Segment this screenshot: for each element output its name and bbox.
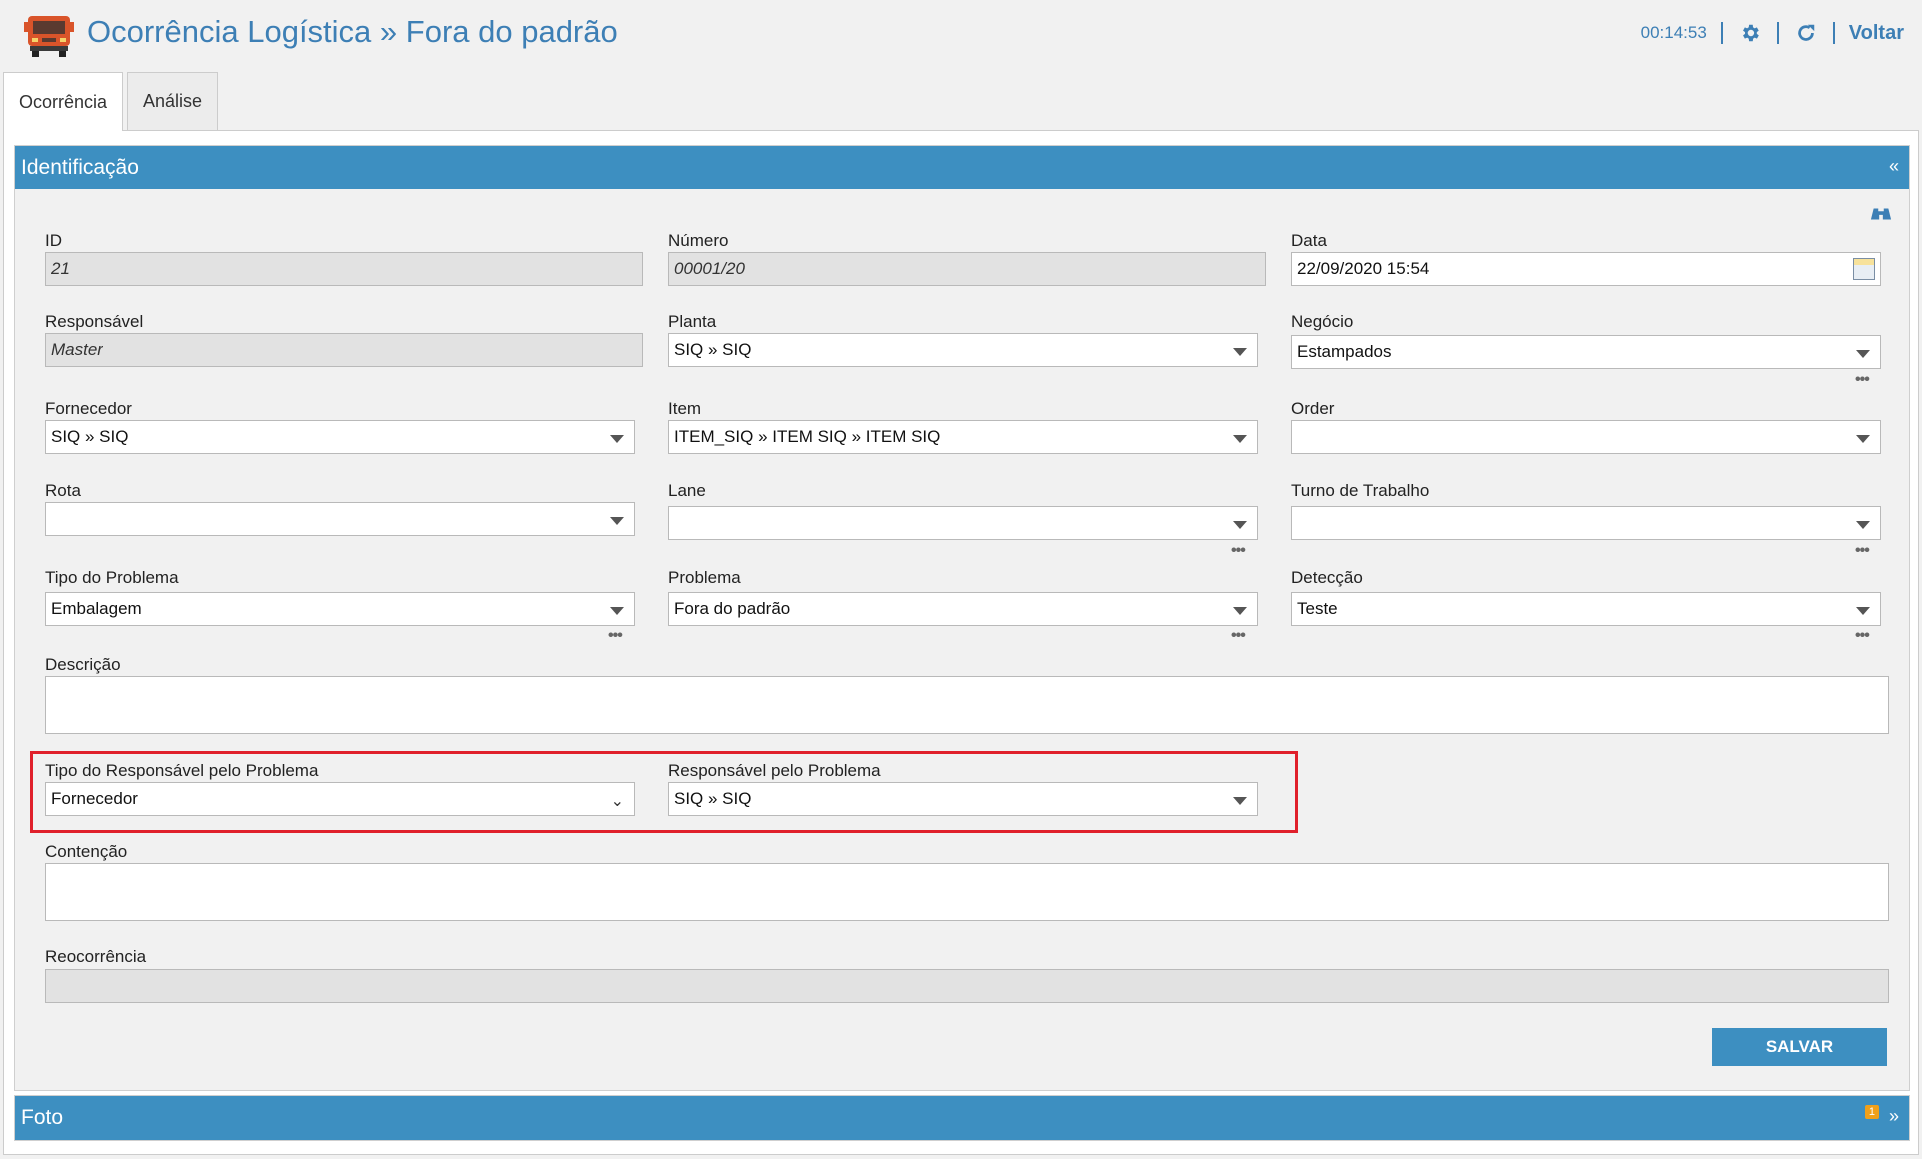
planta-select[interactable]: SIQ » SIQ [668, 333, 1258, 367]
page-header: Ocorrência Logística » Fora do padrão 00… [0, 0, 1922, 70]
dropdown-caret-icon [1856, 350, 1870, 358]
tipo-problema-select[interactable]: Embalagem [45, 592, 635, 626]
item-label: Item [668, 399, 702, 418]
negocio-value: Estampados [1297, 342, 1392, 361]
lane-label: Lane [668, 481, 706, 500]
numero-field: 00001/20 [668, 252, 1266, 286]
reocorrencia-field [45, 969, 1889, 1003]
identificacao-header[interactable]: Identificação « [15, 146, 1909, 189]
problema-label: Problema [668, 568, 741, 587]
section-title: Foto [21, 1106, 64, 1129]
order-label: Order [1291, 399, 1335, 418]
descricao-textarea[interactable] [45, 676, 1889, 734]
turno-select[interactable] [1291, 506, 1881, 540]
collapse-icon[interactable]: « [1889, 156, 1899, 177]
page-title: Ocorrência Logística » Fora do padrão [87, 14, 618, 49]
calendar-icon[interactable] [1853, 258, 1875, 280]
contencao-textarea[interactable] [45, 863, 1889, 921]
tipo-resp-problema-label: Tipo do Responsável pelo Problema [45, 761, 319, 780]
resp-problema-label: Responsável pelo Problema [668, 761, 881, 780]
dropdown-caret-icon [1856, 521, 1870, 529]
back-link[interactable]: Voltar [1849, 22, 1904, 45]
order-select[interactable] [1291, 420, 1881, 454]
dropdown-caret-icon [610, 607, 624, 615]
more-options-icon[interactable]: ••• [1855, 627, 1870, 645]
data-field[interactable]: 22/09/2020 15:54 [1291, 252, 1881, 286]
truck-icon [24, 16, 74, 57]
fornecedor-label: Fornecedor [45, 399, 132, 418]
responsavel-label: Responsável [45, 312, 144, 331]
dropdown-caret-icon [1233, 797, 1247, 805]
tab-bar: Ocorrência Análise [3, 72, 219, 131]
item-value: ITEM_SIQ » ITEM SIQ » ITEM SIQ [674, 427, 941, 446]
responsavel-value: Master [51, 340, 103, 359]
tipo-problema-label: Tipo do Problema [45, 568, 179, 587]
rota-select[interactable] [45, 502, 635, 536]
save-button[interactable]: SALVAR [1712, 1028, 1887, 1066]
foto-header[interactable]: Foto 1 » [15, 1096, 1909, 1140]
dropdown-caret-icon [1233, 521, 1247, 529]
problema-select[interactable]: Fora do padrão [668, 592, 1258, 626]
turno-label: Turno de Trabalho [1291, 481, 1430, 500]
tipo-resp-problema-select[interactable]: Fornecedor ⌄ [45, 782, 635, 816]
header-actions: 00:14:53 Voltar [1641, 20, 1904, 46]
divider [1776, 22, 1779, 44]
divider [1832, 22, 1835, 44]
dropdown-caret-icon [1856, 607, 1870, 615]
binoculars-icon[interactable] [1870, 203, 1892, 225]
dropdown-caret-icon [1233, 435, 1247, 443]
divider [1720, 22, 1723, 44]
responsavel-field: Master [45, 333, 643, 367]
refresh-icon[interactable] [1793, 20, 1819, 46]
lane-select[interactable] [668, 506, 1258, 540]
more-options-icon[interactable]: ••• [1231, 542, 1246, 560]
deteccao-value: Teste [1297, 599, 1338, 618]
foto-section: Foto 1 » [14, 1095, 1910, 1141]
deteccao-label: Detecção [1291, 568, 1363, 587]
numero-value: 00001/20 [674, 259, 745, 278]
contencao-label: Contenção [45, 842, 128, 861]
rota-label: Rota [45, 481, 81, 500]
data-value: 22/09/2020 15:54 [1297, 259, 1430, 278]
dropdown-caret-icon [1233, 607, 1247, 615]
dropdown-caret-icon [1233, 348, 1247, 356]
more-options-icon[interactable]: ••• [1231, 627, 1246, 645]
photo-count-badge: 1 [1864, 1105, 1879, 1119]
descricao-label: Descrição [45, 655, 121, 674]
data-label: Data [1291, 231, 1327, 250]
tipo-problema-value: Embalagem [51, 599, 142, 618]
more-options-icon[interactable]: ••• [608, 627, 623, 645]
dropdown-caret-icon [610, 517, 624, 525]
reocorrencia-label: Reocorrência [45, 947, 147, 966]
dropdown-caret-icon [610, 435, 624, 443]
negocio-select[interactable]: Estampados [1291, 335, 1881, 369]
planta-value: SIQ » SIQ [674, 340, 752, 359]
chevron-down-icon: ⌄ [610, 793, 624, 810]
tab-ocorrencia[interactable]: Ocorrência [3, 72, 124, 131]
dropdown-caret-icon [1856, 435, 1870, 443]
planta-label: Planta [668, 312, 717, 331]
fornecedor-select[interactable]: SIQ » SIQ [45, 420, 635, 454]
negocio-label: Negócio [1291, 312, 1354, 331]
deteccao-select[interactable]: Teste [1291, 592, 1881, 626]
tipo-resp-problema-value: Fornecedor [51, 789, 138, 808]
id-label: ID [45, 231, 62, 250]
numero-label: Número [668, 231, 729, 250]
resp-problema-value: SIQ » SIQ [674, 789, 752, 808]
resp-problema-select[interactable]: SIQ » SIQ [668, 782, 1258, 816]
id-field: 21 [45, 252, 643, 286]
expand-icon[interactable]: » [1889, 1106, 1899, 1127]
problema-value: Fora do padrão [674, 599, 791, 618]
more-options-icon[interactable]: ••• [1855, 371, 1870, 389]
session-timer: 00:14:53 [1640, 23, 1707, 42]
more-options-icon[interactable]: ••• [1855, 542, 1870, 560]
tab-analise[interactable]: Análise [127, 72, 219, 130]
section-title: Identificação [21, 155, 139, 179]
id-value: 21 [51, 259, 70, 278]
fornecedor-value: SIQ » SIQ [51, 427, 129, 446]
gear-icon[interactable] [1737, 20, 1763, 46]
item-select[interactable]: ITEM_SIQ » ITEM SIQ » ITEM SIQ [668, 420, 1258, 454]
